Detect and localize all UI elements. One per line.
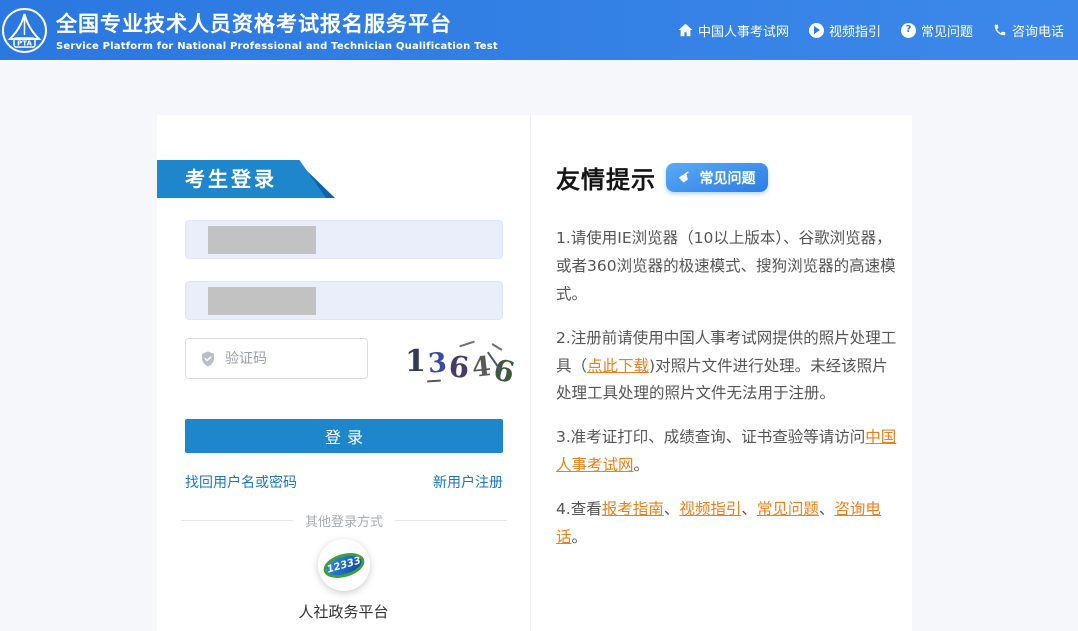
tip-item: 4.查看报考指南、视频指引、常见问题、咨询电话。 — [556, 496, 900, 552]
nav-faq[interactable]: ? 常见问题 — [900, 21, 973, 40]
tips-panel: 友情提示 ☛ 常见问题 1.请使用IE浏览器（10以上版本）、谷歌浏览器，或者3… — [530, 115, 916, 631]
site-subtitle: Service Platform for National Profession… — [56, 41, 498, 52]
login-links: 找回用户名或密码 新用户注册 — [185, 472, 503, 492]
forgot-credentials-link[interactable]: 找回用户名或密码 — [185, 472, 297, 492]
tip-item: 1.请使用IE浏览器（10以上版本）、谷歌浏览器，或者360浏览器的极速模式、搜… — [556, 225, 900, 309]
page: PTA 全国专业技术人员资格考试报名服务平台 Service Platform … — [0, 0, 1078, 631]
tips-list: 1.请使用IE浏览器（10以上版本）、谷歌浏览器，或者360浏览器的极速模式、搜… — [556, 225, 900, 552]
main-card: 考生登录 13646 — [157, 115, 912, 631]
question-icon: ? — [900, 22, 916, 38]
alt-login-12333-button[interactable]: 12333 — [317, 539, 370, 591]
nav-china-personnel-exam-site[interactable]: 中国人事考试网 — [678, 21, 789, 40]
phone-icon — [994, 24, 1006, 36]
tips-header: 友情提示 ☛ 常见问题 — [556, 160, 900, 195]
tips-title: 友情提示 — [556, 166, 656, 194]
alt-login-label: 人社政务平台 — [298, 603, 389, 621]
nav-label: 常见问题 — [920, 24, 973, 40]
faq-button[interactable]: ☛ 常见问题 — [666, 163, 769, 192]
tip-text: 4.查看 — [556, 500, 602, 519]
divider-line — [181, 520, 293, 521]
tip-text: 、 — [663, 500, 680, 519]
tip-item: 2.注册前请使用中国人事考试网提供的照片处理工具（点此下载)对照片文件进行处理。… — [556, 325, 900, 409]
captcha-input-wrap — [185, 338, 368, 379]
tip-text: 、 — [741, 500, 757, 519]
username-input[interactable] — [185, 220, 503, 259]
tip-text: 、 — [818, 500, 835, 519]
login-button[interactable]: 登录 — [185, 419, 503, 453]
login-panel-banner: 考生登录 — [157, 160, 335, 198]
login-panel-title: 考生登录 — [185, 167, 277, 191]
password-input[interactable] — [185, 281, 503, 320]
tip-text: 3.准考证打印、成绩查询、证书查验等请访问 — [556, 428, 866, 447]
tip-text: 。 — [571, 528, 588, 547]
nav-video-guide[interactable]: 视频指引 — [808, 21, 881, 40]
redacted-password-value — [208, 287, 316, 315]
divider-line — [395, 520, 508, 521]
play-icon — [808, 22, 824, 38]
site-title: 全国专业技术人员资格考试报名服务平台 — [56, 12, 452, 36]
pointing-hand-icon: ☛ — [674, 165, 697, 189]
tip-item: 3.准考证打印、成绩查询、证书查验等请访问中国人事考试网。 — [556, 424, 900, 480]
nav-label: 视频指引 — [828, 24, 881, 40]
tip-text: 。 — [633, 456, 650, 475]
tip-link[interactable]: 报考指南 — [602, 500, 664, 518]
other-login-label: 其他登录方式 — [305, 515, 384, 530]
brand-text: 全国专业技术人员资格考试报名服务平台 Service Platform for … — [56, 8, 498, 52]
nav-label: 中国人事考试网 — [697, 24, 789, 40]
tip-link[interactable]: 视频指引 — [679, 500, 741, 518]
new-user-register-link[interactable]: 新用户注册 — [433, 472, 503, 492]
12333-logo-icon: 12333 — [320, 548, 367, 582]
shield-check-icon — [202, 351, 214, 366]
nav-label: 咨询电话 — [1011, 24, 1064, 40]
home-icon — [678, 23, 693, 37]
login-panel: 考生登录 13646 — [157, 115, 530, 631]
redacted-username-value — [208, 226, 316, 254]
header: PTA 全国专业技术人员资格考试报名服务平台 Service Platform … — [0, 0, 1078, 60]
captcha-input[interactable] — [225, 350, 335, 367]
svg-text:PTA: PTA — [17, 39, 32, 47]
faq-button-label: 常见问题 — [699, 170, 756, 187]
header-nav: 中国人事考试网 视频指引 ? 常见问题 咨询电话 — [678, 21, 1064, 40]
tip-link[interactable]: 常见问题 — [757, 500, 819, 518]
pta-logo-icon: PTA — [2, 7, 47, 53]
captcha-image[interactable]: 13646 — [401, 336, 518, 390]
other-login-divider: 其他登录方式 — [181, 511, 508, 530]
nav-phone[interactable]: 咨询电话 — [993, 21, 1064, 40]
tip-text: 1.请使用IE浏览器（10以上版本）、谷歌浏览器，或者360浏览器的极速模式、搜… — [556, 229, 896, 303]
tip-link[interactable]: 点此下载 — [587, 357, 649, 375]
